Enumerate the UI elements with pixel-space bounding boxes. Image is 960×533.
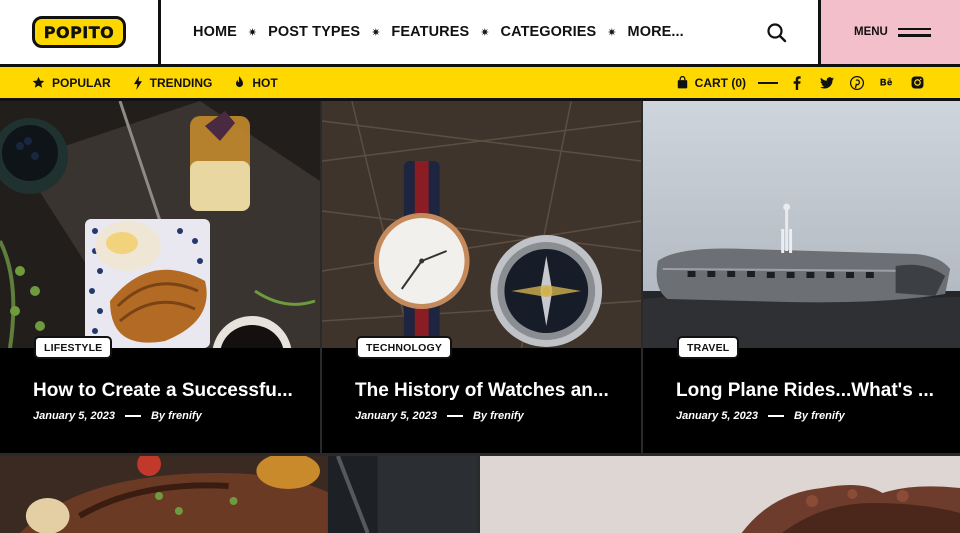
search-icon[interactable]: [766, 22, 788, 44]
top-bar: POPULAR TRENDING HOT CART (0): [0, 67, 960, 101]
watch-compass-image[interactable]: [322, 101, 641, 348]
grilled-food-image[interactable]: [0, 456, 480, 533]
fire-icon: [236, 75, 244, 87]
more-posts: [0, 453, 960, 533]
post-card[interactable]: TRAVEL Long Plane Rides...What's ... Jan…: [641, 101, 960, 453]
site-header: POPITO HOME ✷ POST TYPES ✷ FEATURES ✷ CA…: [0, 0, 960, 67]
popular-label: POPULAR: [52, 75, 111, 90]
rocky-landscape-image[interactable]: [480, 456, 960, 533]
post-meta: January 5, 2023 By frenify: [355, 410, 524, 422]
meta-divider: [124, 415, 141, 417]
post-author[interactable]: By frenify: [794, 410, 845, 422]
post-title[interactable]: The History of Watches an...: [355, 380, 609, 402]
trending-link[interactable]: TRENDING: [133, 75, 213, 90]
cart-label: CART (0): [694, 75, 746, 90]
breakfast-image[interactable]: [0, 101, 320, 348]
category-badge[interactable]: TRAVEL: [677, 336, 740, 359]
bolt-icon: [133, 75, 142, 90]
logo-cell: POPITO: [0, 0, 161, 64]
hot-link[interactable]: HOT: [234, 75, 278, 90]
nav-item-more[interactable]: MORE...: [628, 24, 684, 40]
featured-posts: LIFESTYLE How to Create a Successfu... J…: [0, 101, 960, 453]
site-logo[interactable]: POPITO: [31, 16, 127, 48]
meta-divider: [446, 415, 463, 417]
post-date: January 5, 2023: [355, 410, 437, 422]
category-badge[interactable]: LIFESTYLE: [34, 336, 113, 359]
menu-button[interactable]: MENU: [818, 0, 960, 64]
instagram-icon[interactable]: [910, 76, 924, 90]
behance-icon[interactable]: [880, 76, 894, 90]
post-meta: January 5, 2023 By frenify: [33, 410, 202, 422]
nav-item-home[interactable]: HOME: [193, 24, 237, 40]
facebook-icon[interactable]: [790, 75, 804, 90]
nav-separator: ✷: [480, 26, 490, 39]
pinterest-icon[interactable]: [850, 75, 864, 90]
meta-divider: [767, 415, 784, 417]
trending-label: TRENDING: [149, 75, 213, 90]
post-date: January 5, 2023: [676, 410, 758, 422]
shopping-bag-icon: [677, 76, 687, 89]
menu-label: MENU: [854, 26, 888, 38]
popular-link[interactable]: POPULAR: [32, 76, 111, 90]
nav-separator: ✷: [607, 26, 617, 39]
nav-item-features[interactable]: FEATURES: [391, 24, 469, 40]
divider: [758, 81, 778, 84]
post-card[interactable]: LIFESTYLE How to Create a Successfu... J…: [0, 101, 320, 453]
post-card[interactable]: TECHNOLOGY The History of Watches an... …: [320, 101, 641, 453]
post-title[interactable]: Long Plane Rides...What's ...: [676, 380, 934, 402]
nav-separator: ✷: [371, 26, 381, 39]
cart-link[interactable]: CART (0): [677, 76, 746, 90]
plane-wreck-image[interactable]: [643, 101, 960, 348]
post-meta: January 5, 2023 By frenify: [676, 410, 845, 422]
hot-label: HOT: [252, 75, 278, 90]
nav-separator: ✷: [247, 26, 258, 39]
post-date: January 5, 2023: [33, 410, 115, 422]
category-badge[interactable]: TECHNOLOGY: [356, 336, 453, 359]
post-author[interactable]: By frenify: [473, 410, 524, 422]
hamburger-icon: [897, 27, 931, 37]
nav-item-post-types[interactable]: POST TYPES: [268, 24, 360, 40]
post-title[interactable]: How to Create a Successfu...: [33, 380, 293, 402]
star-icon: [32, 76, 45, 88]
twitter-icon[interactable]: [820, 76, 834, 90]
nav-item-categories[interactable]: CATEGORIES: [501, 24, 597, 40]
post-author[interactable]: By frenify: [151, 410, 202, 422]
